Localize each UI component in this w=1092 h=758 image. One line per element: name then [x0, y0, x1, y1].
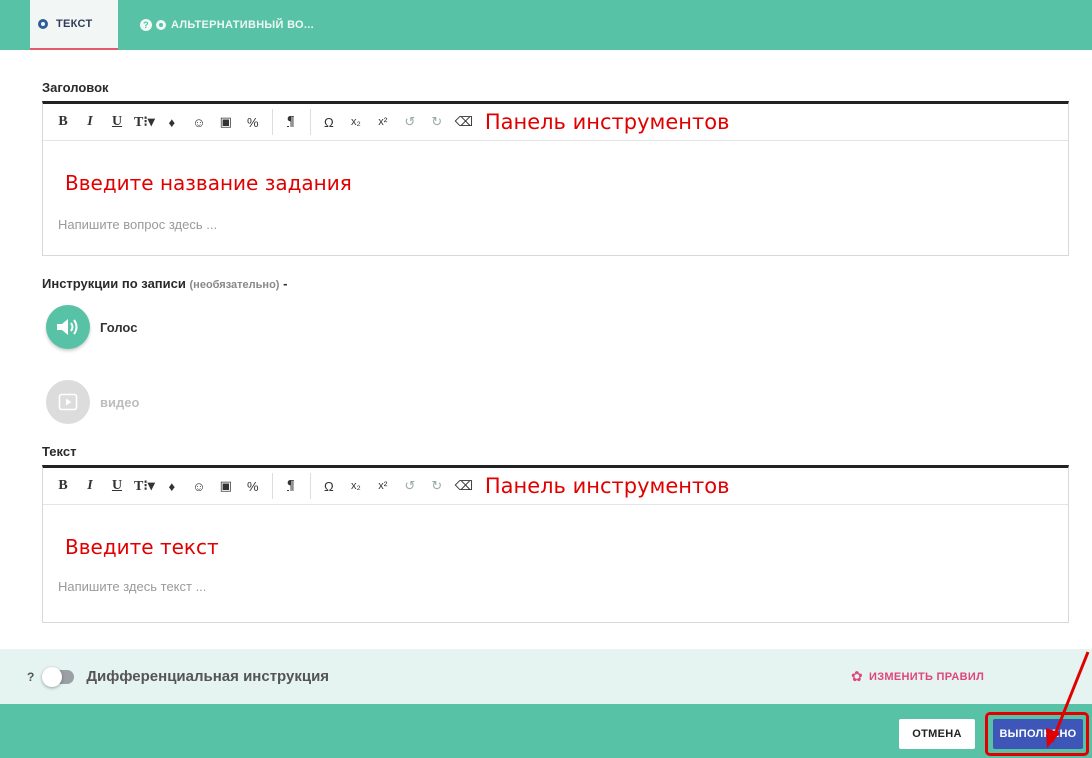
change-rules-link[interactable]: ✿ ИЗМЕНИТЬ ПРАВИЛ: [851, 649, 984, 704]
underline-button[interactable]: U: [107, 111, 127, 133]
instructions-title: Инструкции по записи: [42, 276, 186, 291]
video-option[interactable]: видео: [46, 380, 139, 424]
done-button[interactable]: ВЫПОЛНЕНО: [993, 719, 1083, 749]
special-char-icon[interactable]: Ω: [319, 475, 339, 497]
radio-dot-icon: [156, 20, 166, 30]
undo-icon[interactable]: ↺: [400, 475, 420, 497]
heading-toolbar: B I U T⁝▾ ♦ ☺ ▣ % ¶ Ω x₂ x² ↺ ↻ ⌫ Панель…: [43, 104, 1068, 141]
footer-bar: ОТМЕНА ВЫПОЛНЕНО: [0, 704, 1092, 758]
emoji-icon[interactable]: ☺: [189, 475, 209, 497]
toolbar-divider: [309, 473, 311, 499]
video-label: видео: [100, 394, 140, 410]
help-icon[interactable]: ?: [27, 670, 34, 684]
radio-dot-icon: [38, 19, 48, 29]
video-icon[interactable]: [46, 380, 90, 424]
tab-text-label: ТЕКСТ: [56, 18, 93, 30]
paragraph-icon[interactable]: ¶: [281, 475, 301, 497]
redo-icon[interactable]: ↻: [427, 475, 447, 497]
instructions-dash: -: [283, 276, 288, 291]
paragraph-icon[interactable]: ¶: [281, 111, 301, 133]
link-icon[interactable]: %: [243, 111, 263, 133]
special-char-icon[interactable]: Ω: [319, 111, 339, 133]
instructions-label: Инструкции по записи (необязательно) -: [42, 276, 287, 291]
text-color-icon[interactable]: ♦: [162, 111, 182, 133]
italic-button[interactable]: I: [80, 475, 100, 497]
optional-note: (необязательно): [189, 279, 280, 291]
toolbar-divider: [271, 473, 273, 499]
undo-icon[interactable]: ↺: [400, 111, 420, 133]
emoji-icon[interactable]: ☺: [189, 111, 209, 133]
text-section-label: Текст: [42, 444, 77, 459]
text-placeholder: Напишите здесь текст ...: [58, 579, 207, 594]
text-callout: Введите текст: [65, 535, 219, 559]
text-editor: B I U T⁝▾ ♦ ☺ ▣ % ¶ Ω x₂ x² ↺ ↻ ⌫ Панель…: [42, 465, 1069, 623]
subscript-icon[interactable]: x₂: [346, 475, 366, 497]
heading-section-label: Заголовок: [42, 80, 109, 95]
change-rules-label: ИЗМЕНИТЬ ПРАВИЛ: [869, 670, 985, 683]
tab-bar: ТЕКСТ ? АЛЬТЕРНАТИВНЫЙ ВО...: [0, 0, 1092, 50]
voice-label: Голос: [100, 319, 138, 335]
cancel-button[interactable]: ОТМЕНА: [899, 719, 975, 749]
speaker-icon[interactable]: [46, 305, 90, 349]
bold-button[interactable]: B: [53, 475, 73, 497]
heading-callout: Введите название задания: [65, 171, 352, 195]
image-icon[interactable]: ▣: [216, 475, 236, 497]
toolbar-divider: [309, 109, 311, 135]
help-icon[interactable]: ?: [140, 19, 152, 31]
gear-icon: ✿: [851, 668, 864, 684]
redo-icon[interactable]: ↻: [427, 111, 447, 133]
tab-alternative[interactable]: ? АЛЬТЕРНАТИВНЫЙ ВО...: [140, 0, 314, 50]
differential-toggle[interactable]: [42, 666, 75, 687]
text-size-dropdown[interactable]: T⁝▾: [134, 111, 155, 133]
superscript-icon[interactable]: x²: [373, 111, 393, 133]
italic-button[interactable]: I: [80, 111, 100, 133]
subscript-icon[interactable]: x₂: [346, 111, 366, 133]
heading-input[interactable]: Введите название задания Напишите вопрос…: [43, 141, 1068, 256]
link-icon[interactable]: %: [243, 475, 263, 497]
bold-button[interactable]: B: [53, 111, 73, 133]
eraser-icon[interactable]: ⌫: [454, 111, 474, 133]
text-size-dropdown[interactable]: T⁝▾: [134, 475, 155, 497]
text-toolbar: B I U T⁝▾ ♦ ☺ ▣ % ¶ Ω x₂ x² ↺ ↻ ⌫ Панель…: [43, 468, 1068, 505]
toolbar-callout: Панель инструментов: [484, 110, 730, 134]
superscript-icon[interactable]: x²: [373, 475, 393, 497]
underline-button[interactable]: U: [107, 475, 127, 497]
toggle-knob: [42, 666, 63, 687]
heading-placeholder: Напишите вопрос здесь ...: [58, 217, 218, 232]
toolbar-divider: [271, 109, 273, 135]
tab-alternative-label: АЛЬТЕРНАТИВНЫЙ ВО...: [171, 19, 314, 31]
heading-editor: B I U T⁝▾ ♦ ☺ ▣ % ¶ Ω x₂ x² ↺ ↻ ⌫ Панель…: [42, 101, 1069, 256]
differential-bar: ? Дифференциальная инструкция ✿ ИЗМЕНИТЬ…: [0, 649, 1092, 704]
toolbar-callout: Панель инструментов: [484, 474, 730, 498]
differential-label: Дифференциальная инструкция: [86, 668, 330, 685]
text-input[interactable]: Введите текст Напишите здесь текст ...: [43, 505, 1068, 623]
eraser-icon[interactable]: ⌫: [454, 475, 474, 497]
image-icon[interactable]: ▣: [216, 111, 236, 133]
text-color-icon[interactable]: ♦: [162, 475, 182, 497]
tab-text[interactable]: ТЕКСТ: [30, 0, 118, 50]
voice-option[interactable]: Голос: [46, 305, 137, 349]
